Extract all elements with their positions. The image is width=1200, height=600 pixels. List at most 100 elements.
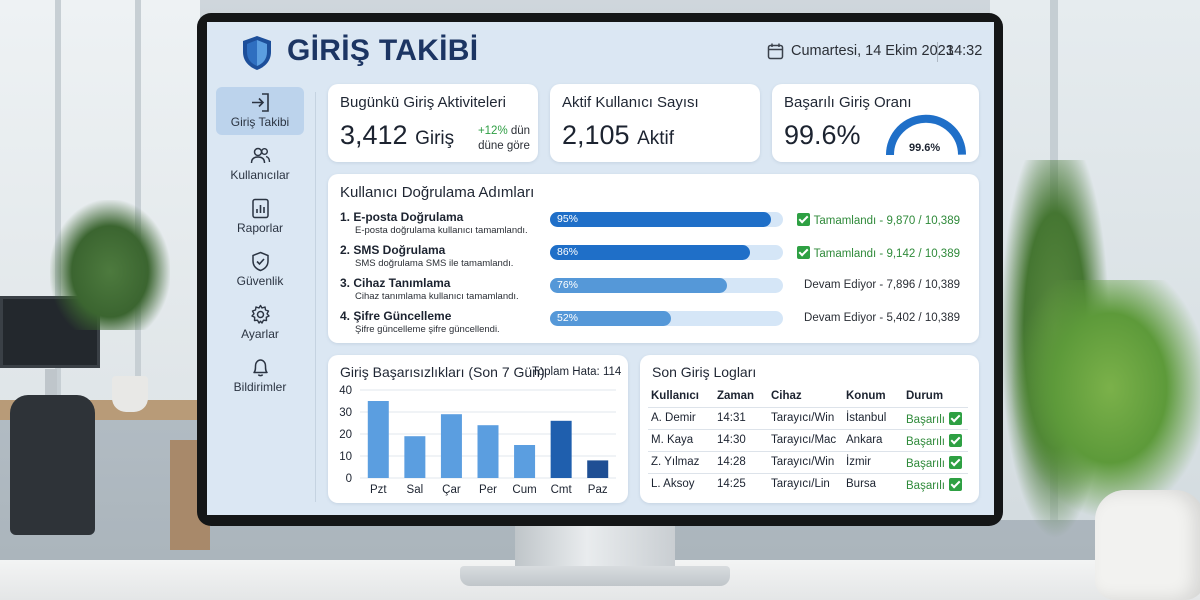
y-tick-label: 30 bbox=[339, 407, 352, 419]
success-rate-value: 99.6% bbox=[784, 120, 861, 150]
check-icon bbox=[949, 434, 962, 447]
x-tick-label: Pzt bbox=[370, 484, 387, 496]
report-icon bbox=[251, 198, 269, 219]
check-icon bbox=[949, 456, 962, 469]
monitor-stand-base bbox=[460, 566, 730, 586]
check-icon bbox=[949, 412, 962, 425]
x-tick-label: Per bbox=[479, 484, 497, 496]
column-header[interactable]: Cihaz bbox=[771, 390, 802, 402]
table-row[interactable]: Z. Yılmaz 14:28 Tarayıcı/Win İzmir Başarılı bbox=[640, 456, 979, 474]
y-tick-label: 40 bbox=[339, 385, 352, 397]
recent-logs-card: Son Giriş Logları Kullanıcı Zaman Cihaz Kon… bbox=[640, 355, 979, 503]
row-divider bbox=[648, 451, 968, 452]
column-header[interactable]: Kullanıcı bbox=[651, 390, 699, 402]
step-progress-fill: 76% bbox=[550, 278, 728, 293]
daily-login-value: 3,412 Giriş bbox=[340, 120, 454, 151]
monitor-stand bbox=[515, 522, 675, 572]
table-cell: Başarılı bbox=[906, 456, 962, 470]
step-description: SMS doğrulama SMS ile tamamlandı. bbox=[355, 258, 514, 269]
step-status: Tamamlandı - 9,870 / 10,389 bbox=[760, 213, 960, 227]
chart-bar-Cum bbox=[514, 445, 536, 478]
active-users-unit: Aktif bbox=[637, 128, 675, 149]
sidebar-item-giris-takibi[interactable]: Giriş Takibi bbox=[216, 87, 304, 135]
dashboard-screen: GİRİŞ TAKİBİ Cumartesi, 14 Ekim 2023 14:… bbox=[207, 22, 994, 515]
table-cell: L. Aksoy bbox=[651, 478, 695, 490]
step-progress-bar: 86% bbox=[550, 245, 783, 260]
sidebar-item-raporlar[interactable]: Raporlar bbox=[216, 193, 304, 241]
step-description: E-posta doğrulama kullanıcı tamamlandı. bbox=[355, 225, 528, 236]
step-progress-bar: 76% bbox=[550, 278, 783, 293]
step-progress-bar: 95% bbox=[550, 212, 783, 227]
stat-card-daily-logins: Bugünkü Giriş Aktiviteleri 3,412 Giriş +… bbox=[328, 84, 538, 162]
background-plant-left bbox=[50, 200, 170, 330]
background-pot-left bbox=[112, 376, 148, 412]
users-icon bbox=[250, 147, 270, 164]
failures-bar-chart: 0 10 20 30 40 Pzt Sal Çar Per Cum Cmt Paz bbox=[339, 385, 616, 496]
daily-login-trend: +12% dün düne göre bbox=[476, 124, 532, 154]
sidebar-divider bbox=[315, 92, 316, 502]
step-progress-label: 86% bbox=[557, 246, 579, 258]
sidebar-item-label: Kullanıcılar bbox=[230, 168, 290, 182]
shield-check-icon bbox=[251, 251, 269, 272]
column-header[interactable]: Durum bbox=[906, 390, 943, 402]
active-users-number: 2,105 bbox=[562, 120, 630, 150]
x-tick-label: Cmt bbox=[551, 484, 573, 496]
column-header[interactable]: Konum bbox=[846, 390, 886, 402]
step-description: Cihaz tanımlama kullanıcı tamamlandı. bbox=[355, 291, 519, 302]
current-date: Cumartesi, 14 Ekim 2023 bbox=[791, 43, 954, 59]
step-status: Devam Ediyor - 7,896 / 10,389 bbox=[804, 279, 960, 291]
gear-icon bbox=[250, 304, 270, 324]
sidebar-item-kullanicilar[interactable]: Kullanıcılar bbox=[216, 140, 304, 188]
step-progress-fill: 86% bbox=[550, 245, 751, 260]
daily-login-number: 3,412 bbox=[340, 120, 408, 150]
table-cell: Başarılı bbox=[906, 478, 962, 492]
sidebar-item-bildirimler[interactable]: Bildirimler bbox=[216, 352, 304, 400]
gauge-label: 99.6% bbox=[909, 142, 941, 154]
foreground-plant bbox=[1010, 280, 1200, 520]
check-icon bbox=[796, 213, 810, 226]
app-title: GİRİŞ TAKİBİ bbox=[287, 34, 479, 67]
table-cell: Ankara bbox=[846, 434, 883, 446]
login-failures-card: Giriş Başarısızlıkları (Son 7 Gün) Topla… bbox=[328, 355, 628, 503]
bell-icon bbox=[252, 359, 268, 377]
sidebar-item-guvenlik[interactable]: Güvenlik bbox=[216, 246, 304, 294]
step-title: 4. Şifre Güncelleme bbox=[340, 309, 452, 323]
sidebar-item-label: Giriş Takibi bbox=[230, 115, 290, 129]
table-row[interactable]: L. Aksoy 14:25 Tarayıcı/Lin Bursa Başarılı bbox=[640, 478, 979, 496]
check-icon bbox=[949, 478, 962, 491]
table-cell: İstanbul bbox=[846, 412, 887, 424]
foreground-pot bbox=[1095, 490, 1200, 600]
step-title: 2. SMS Doğrulama bbox=[340, 243, 446, 257]
login-icon bbox=[251, 93, 269, 112]
daily-login-unit: Giriş bbox=[415, 128, 455, 149]
current-time: 14:32 bbox=[946, 43, 983, 59]
table-cell: Bursa bbox=[846, 478, 877, 490]
step-progress-label: 95% bbox=[557, 213, 579, 225]
verification-steps-card: Kullanıcı Doğrulama Adımları 1. E-posta … bbox=[328, 174, 979, 343]
table-cell: 14:25 bbox=[717, 478, 746, 490]
card-title: Kullanıcı Doğrulama Adımları bbox=[340, 184, 535, 201]
table-cell: Z. Yılmaz bbox=[651, 456, 700, 468]
y-tick-label: 20 bbox=[339, 429, 352, 441]
card-title: Bugünkü Giriş Aktiviteleri bbox=[340, 94, 506, 111]
table-cell: 14:30 bbox=[717, 434, 746, 446]
card-title: Başarılı Giriş Oranı bbox=[784, 94, 912, 111]
trend-suffix: dün bbox=[510, 125, 531, 137]
table-cell: A. Demir bbox=[651, 412, 696, 424]
chart-bar-Çar bbox=[440, 414, 462, 478]
step-progress-fill: 52% bbox=[550, 311, 672, 326]
table-row[interactable]: M. Kaya 14:30 Tarayıcı/Mac Ankara Başarılı bbox=[640, 434, 979, 452]
step-progress-label: 52% bbox=[557, 312, 579, 324]
table-cell: Tarayıcı/Win bbox=[771, 412, 835, 424]
step-progress-label: 76% bbox=[557, 279, 579, 291]
table-cell: İzmir bbox=[846, 456, 871, 468]
table-row[interactable]: A. Demir 14:31 Tarayıcı/Win İstanbul Başarıl… bbox=[640, 412, 979, 430]
step-status: Tamamlandı - 9,142 / 10,389 bbox=[760, 246, 960, 260]
sidebar-item-ayarlar[interactable]: Ayarlar bbox=[216, 299, 304, 347]
background-chair bbox=[10, 395, 95, 535]
chart-bar-Sal bbox=[404, 436, 426, 478]
check-icon bbox=[796, 246, 810, 259]
table-cell: 14:28 bbox=[717, 456, 746, 468]
column-header[interactable]: Zaman bbox=[717, 390, 754, 402]
stat-card-active-users: Aktif Kullanıcı Sayısı 2,105 Aktif bbox=[550, 84, 760, 162]
